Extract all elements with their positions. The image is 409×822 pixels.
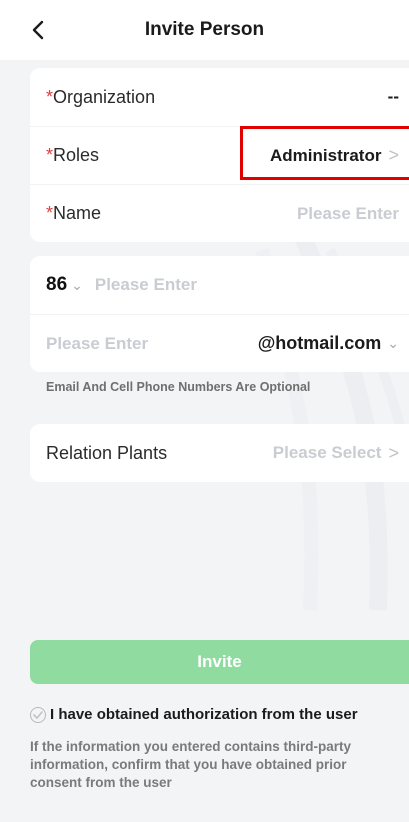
name-row[interactable]: *Name Please Enter [30,184,409,242]
checkbox-circle-icon[interactable] [30,706,46,723]
disclaimer-text: If the information you entered contains … [30,739,352,790]
back-button[interactable] [22,14,54,46]
organization-row: *Organization -- [30,68,409,126]
phone-row: 86 ⌄ Please Enter [30,256,409,314]
page-title: Invite Person [144,19,265,40]
chevron-down-icon[interactable]: ⌄ [71,277,83,294]
roles-row[interactable]: *Roles Administrator > [30,126,409,184]
organization-label: *Organization [46,86,156,107]
check-icon [33,710,43,719]
basic-info-card: *Organization -- *Roles Administrator > … [30,68,409,242]
roles-select[interactable]: Administrator > [270,127,399,184]
optional-note: Email And Cell Phone Numbers Are Optiona… [46,380,311,394]
chevron-down-icon: ⌄ [387,335,399,351]
chevron-right-icon: > [388,442,399,463]
relation-plants-row[interactable]: Relation Plants Please Select > [30,424,409,482]
name-input[interactable]: Please Enter [297,185,399,242]
relation-card: Relation Plants Please Select > [30,424,409,482]
consent-label: I have obtained authorization from the u… [50,706,358,723]
chevron-right-icon: > [388,145,399,165]
email-input[interactable]: Please Enter [46,334,148,354]
email-domain-value: @hotmail.com [257,333,382,353]
email-domain-select[interactable]: @hotmail.com ⌄ [258,315,399,372]
contact-card: 86 ⌄ Please Enter Please Enter @hotmail.… [30,256,409,372]
country-code-select[interactable]: 86 [46,274,67,296]
consent-checkbox-row[interactable]: I have obtained authorization from the u… [30,706,358,723]
relation-plants-select[interactable]: Please Select > [273,424,399,482]
header-bar: Invite Person [0,0,409,60]
organization-value: -- [387,87,399,106]
relation-plants-label: Relation Plants [46,442,168,463]
phone-input[interactable]: Please Enter [95,275,197,295]
email-row: Please Enter @hotmail.com ⌄ [30,314,409,372]
name-label: *Name [46,203,102,223]
roles-label: *Roles [46,145,100,165]
roles-value: Administrator [270,145,382,165]
relation-plants-placeholder: Please Select [272,443,382,462]
chevron-left-icon [32,20,44,40]
invite-button[interactable]: Invite [30,640,409,684]
